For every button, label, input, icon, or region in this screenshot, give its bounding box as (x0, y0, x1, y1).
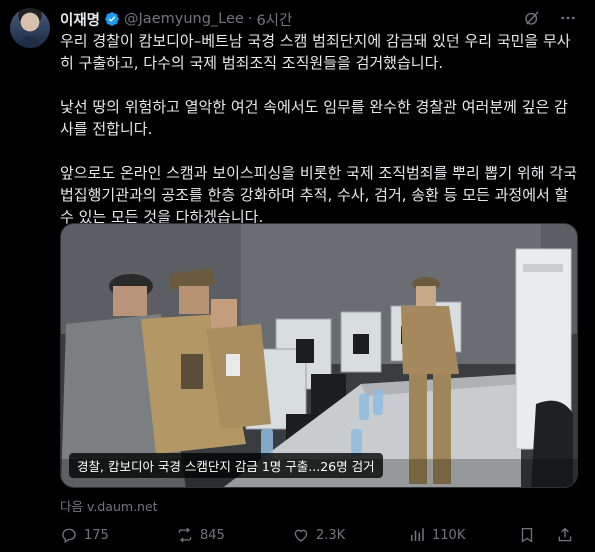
card-source[interactable]: 다음 v.daum.net (60, 496, 158, 515)
author-name[interactable]: 이재명 (60, 9, 100, 30)
tweet-paragraph: 앞으로도 온라인 스캠과 보이스피싱을 비롯한 국제 조직범죄를 뿌리 뽑기 위… (60, 164, 577, 226)
repost-button[interactable]: 845 (176, 526, 225, 544)
card-caption: 경찰, 캄보디아 국경 스캠단지 감금 1명 구출...26명 검거 (69, 453, 383, 478)
link-card-image[interactable]: 경찰, 캄보디아 국경 스캠단지 감금 1명 구출...26명 검거 (60, 223, 578, 488)
reply-icon (62, 528, 76, 543)
views-button[interactable]: 110K (408, 526, 465, 544)
reply-button[interactable]: 175 (60, 526, 109, 544)
post-time[interactable]: 6시간 (256, 9, 292, 30)
repost-icon (178, 527, 192, 543)
share-button[interactable] (556, 526, 574, 544)
tweet-paragraph: 우리 경찰이 캄보디아–베트남 국경 스캠 범죄단지에 감금돼 있던 우리 국민… (60, 32, 571, 72)
share-icon (558, 527, 572, 542)
tweet-paragraph: 낯선 땅의 위험하고 열악한 여건 속에서도 임무를 완수한 경찰관 여러분께 … (60, 98, 568, 138)
action-bar: 175 845 2.3K 110K (60, 526, 580, 548)
bookmark-icon (521, 527, 533, 543)
separator-dot: · (247, 11, 253, 27)
views-icon (411, 528, 424, 541)
verified-badge-icon (105, 12, 119, 26)
views-count: 110K (432, 527, 466, 543)
reply-count: 175 (84, 527, 109, 543)
bookmark-button[interactable] (518, 526, 536, 544)
repost-count: 845 (200, 527, 225, 543)
news-photo (61, 224, 577, 487)
like-button[interactable]: 2.3K (292, 526, 345, 544)
tweet-text: 우리 경찰이 캄보디아–베트남 국경 스캠 범죄단지에 감금돼 있던 우리 국민… (60, 30, 580, 228)
avatar[interactable] (10, 8, 50, 48)
like-icon (294, 529, 308, 542)
tweet-header: 이재명 @Jaemyung_Lee · 6시간 (60, 9, 585, 29)
author-handle[interactable]: @Jaemyung_Lee (124, 11, 244, 27)
grok-icon[interactable] (523, 9, 541, 27)
more-icon[interactable] (559, 9, 577, 27)
like-count: 2.3K (316, 527, 346, 543)
